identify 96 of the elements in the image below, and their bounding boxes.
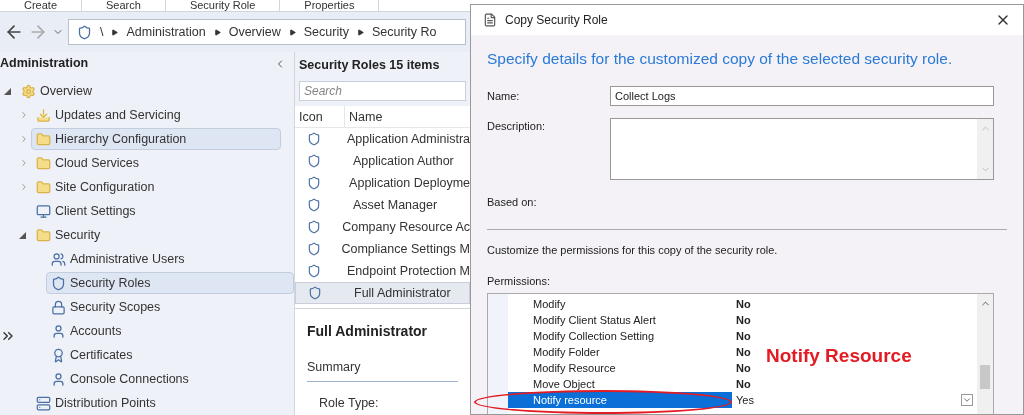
permission-name[interactable]: Modify Client Status Alert: [508, 311, 732, 328]
expanded-icon[interactable]: [4, 87, 11, 95]
name-field[interactable]: Collect Logs: [610, 86, 994, 107]
permission-value: No: [735, 328, 751, 344]
column-header[interactable]: Name: [345, 106, 470, 127]
address-bar[interactable]: \ Administration Overview Security Security Ro: [68, 19, 466, 45]
permission-value: No: [735, 312, 751, 328]
tree-item[interactable]: Administrative Users: [46, 248, 194, 270]
ribbon-tab[interactable]: Properties: [280, 0, 380, 11]
description-field[interactable]: [610, 118, 994, 181]
role-icon: [307, 154, 321, 168]
list-row[interactable]: Application Author: [295, 150, 470, 172]
role-icon: [307, 264, 321, 278]
permission-value: No: [735, 296, 751, 312]
role-icon: [308, 286, 322, 300]
role-icon: [307, 242, 321, 256]
list-row[interactable]: Company Resource Ac: [295, 216, 470, 238]
item-icon: [51, 347, 66, 363]
collapsed-icon[interactable]: [19, 182, 29, 192]
dropdown-icon[interactable]: [961, 393, 973, 406]
tree-item[interactable]: Security Scopes: [46, 296, 170, 318]
tree-item[interactable]: Cloud Services: [31, 152, 149, 174]
field-label: Role Type:: [319, 394, 380, 412]
scrollbar[interactable]: [977, 293, 993, 414]
breadcrumb-item[interactable]: Security: [303, 22, 349, 42]
breadcrumb-item[interactable]: Administration: [126, 22, 206, 42]
role-icon: [307, 176, 321, 190]
list-row[interactable]: Application Deployme: [295, 172, 470, 194]
breadcrumb-item[interactable]: Security Ro: [371, 22, 437, 42]
list-row[interactable]: Asset Manager: [295, 194, 470, 216]
tree-item[interactable]: Hierarchy Configuration: [31, 128, 281, 150]
dialog-heading: Specify details for the customized copy of the selected security role.: [486, 49, 954, 69]
instruction-text: Customize the permissions for this copy of the security role.: [486, 242, 779, 258]
item-icon: [51, 323, 66, 339]
field-label: Permissions:: [486, 274, 551, 290]
permission-name[interactable]: Move Object: [508, 375, 732, 392]
ribbon-tab[interactable]: Create: [0, 0, 83, 11]
field-label: Description:: [487, 119, 547, 135]
ribbon-tab[interactable]: Search: [82, 0, 166, 11]
permission-name[interactable]: Modify Collection Setting: [508, 327, 732, 344]
permission-value[interactable]: Yes: [732, 391, 754, 408]
permission-name[interactable]: Modify: [508, 295, 732, 312]
item-icon: [36, 395, 51, 411]
collapsed-icon[interactable]: [19, 110, 29, 120]
section-header: Summary: [307, 358, 458, 382]
tree-item[interactable]: Distribution Points: [31, 392, 165, 414]
permission-name[interactable]: Notify resource: [508, 391, 732, 408]
permission-name[interactable]: Modify Resource: [508, 359, 732, 376]
permission-value: No: [735, 360, 751, 376]
item-icon: [51, 299, 66, 315]
breadcrumb-item[interactable]: \: [100, 22, 104, 42]
tree-item[interactable]: Security: [31, 224, 110, 246]
annotation-text: Notify Resource: [766, 343, 912, 368]
column-header[interactable]: Icon: [295, 106, 345, 127]
dialog-icon: [483, 13, 497, 27]
role-icon: [307, 132, 321, 146]
tree-item[interactable]: Client Settings: [31, 200, 145, 222]
tree-item[interactable]: Console Connections: [46, 368, 198, 390]
collapsed-icon[interactable]: [19, 134, 29, 144]
scrollbar[interactable]: [977, 119, 993, 180]
breadcrumb-item[interactable]: Overview: [228, 22, 281, 42]
item-icon: [51, 371, 66, 387]
field-label: Based on:: [486, 195, 538, 211]
tree-item[interactable]: Certificates: [46, 344, 142, 366]
collapsed-icon[interactable]: [19, 158, 29, 168]
expanded-icon[interactable]: [19, 231, 26, 239]
window-title: Copy Security Role: [505, 12, 608, 29]
permission-value: No: [735, 344, 751, 360]
permission-value: No: [735, 376, 751, 392]
list-row[interactable]: Endpoint Protection M: [295, 260, 470, 282]
scroll-thumb[interactable]: [980, 364, 990, 389]
pane-title: Administration: [0, 55, 89, 73]
item-icon: [50, 275, 66, 291]
tree-item[interactable]: Security Roles: [45, 272, 294, 294]
tree-item[interactable]: Updates and Servicing: [31, 104, 190, 126]
list-row[interactable]: Compliance Settings M: [295, 238, 470, 260]
tree-item[interactable]: Accounts: [46, 320, 131, 342]
separator-icon: [111, 28, 119, 36]
list-row[interactable]: Application Administra: [295, 128, 470, 150]
tree-item[interactable]: Site Configuration: [31, 176, 164, 198]
list-row[interactable]: Full Administrator: [295, 282, 470, 304]
role-icon: [307, 220, 321, 234]
role-icon: [307, 198, 321, 212]
tree-item[interactable]: Overview: [16, 80, 102, 102]
role-icon: [77, 24, 92, 40]
list-title: Security Roles 15 items: [295, 52, 470, 78]
separator-icon: [356, 28, 364, 36]
separator-icon: [288, 28, 296, 36]
search-field[interactable]: Search: [299, 81, 466, 101]
separator-icon: [213, 28, 221, 36]
details-title: Full Administrator: [307, 322, 429, 341]
item-icon: [51, 251, 66, 267]
item-icon: [36, 203, 51, 219]
ribbon-tab[interactable]: Security Role: [165, 0, 281, 11]
permission-name[interactable]: Modify Folder: [508, 343, 732, 360]
field-label: Name:: [487, 89, 521, 104]
